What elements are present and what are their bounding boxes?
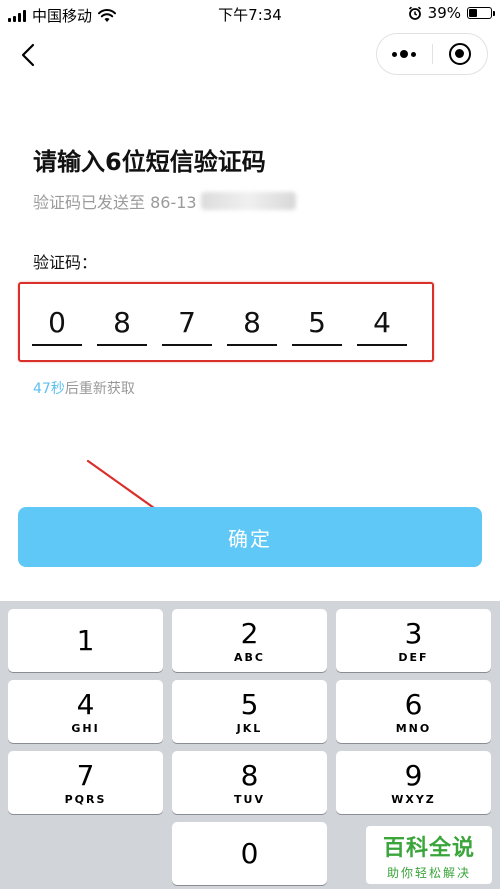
more-dots-icon [392,50,417,58]
mini-program-capsule [376,33,488,75]
target-icon [448,43,471,65]
watermark-logo: 百科全说 助你轻松解决 [366,826,492,884]
key-8[interactable]: 8 TUV [172,751,327,814]
key-2[interactable]: 2 ABC [172,609,327,672]
key-letters: ABC [234,650,265,664]
confirm-button[interactable]: 确定 [18,507,482,567]
key-letters: WXYZ [391,792,436,806]
watermark-main: 百科全说 [382,835,475,861]
code-digit-4[interactable]: 8 [227,300,277,346]
blurred-phone-number [200,192,296,210]
key-number: 3 [404,616,423,650]
key-number: 1 [76,623,95,657]
key-letters: TUV [234,792,265,806]
key-letters: JKL [236,721,263,735]
key-0[interactable]: 0 [172,822,327,885]
key-number: 4 [76,687,95,721]
key-number: 7 [76,758,95,792]
key-number: 2 [240,616,259,650]
key-letters: GHI [71,721,100,735]
code-digit-6[interactable]: 4 [357,300,407,346]
key-number: 8 [240,758,259,792]
status-right: 39% [408,4,495,22]
key-9[interactable]: 9 WXYZ [336,751,491,814]
battery-icon [467,7,495,19]
page-title: 请输入6位短信验证码 [33,148,266,176]
key-6[interactable]: 6 MNO [336,680,491,743]
code-digit-5[interactable]: 5 [292,300,342,346]
countdown-seconds: 47秒 [33,381,65,397]
resend-countdown: 47秒后重新获取 [33,378,135,398]
sent-to-prefix: 验证码已发送至 86-13 [33,193,197,212]
code-input[interactable]: 0 8 7 8 5 4 [32,300,407,346]
code-digit-2[interactable]: 8 [97,300,147,346]
battery-fill [469,9,478,17]
more-button[interactable] [377,34,432,74]
key-letters: MNO [395,721,432,735]
code-digit-1[interactable]: 0 [32,300,82,346]
back-button[interactable] [14,40,44,70]
key-7[interactable]: 7 PQRS [8,751,163,814]
key-3[interactable]: 3 DEF [336,609,491,672]
status-bar: 中国移动 下午7:34 39% [0,0,500,28]
key-letters: PQRS [64,792,107,806]
key-5[interactable]: 5 JKL [172,680,327,743]
key-number: 0 [240,836,259,870]
sent-to-text: 验证码已发送至 86-13 [33,189,296,213]
key-letters: DEF [398,650,429,664]
resend-suffix: 后重新获取 [64,381,135,397]
watermark-sub: 助你轻松解决 [386,865,471,880]
battery-percent: 39% [427,4,461,22]
key-number: 6 [404,687,423,721]
code-digit-3[interactable]: 7 [162,300,212,346]
code-label: 验证码： [33,253,98,272]
key-number: 9 [404,758,423,792]
key-4[interactable]: 4 GHI [8,680,163,743]
key-1[interactable]: 1 [8,609,163,672]
chevron-left-icon [21,43,35,67]
alarm-icon [408,6,421,20]
close-mini-program-button[interactable] [432,34,487,74]
key-number: 5 [240,687,259,721]
